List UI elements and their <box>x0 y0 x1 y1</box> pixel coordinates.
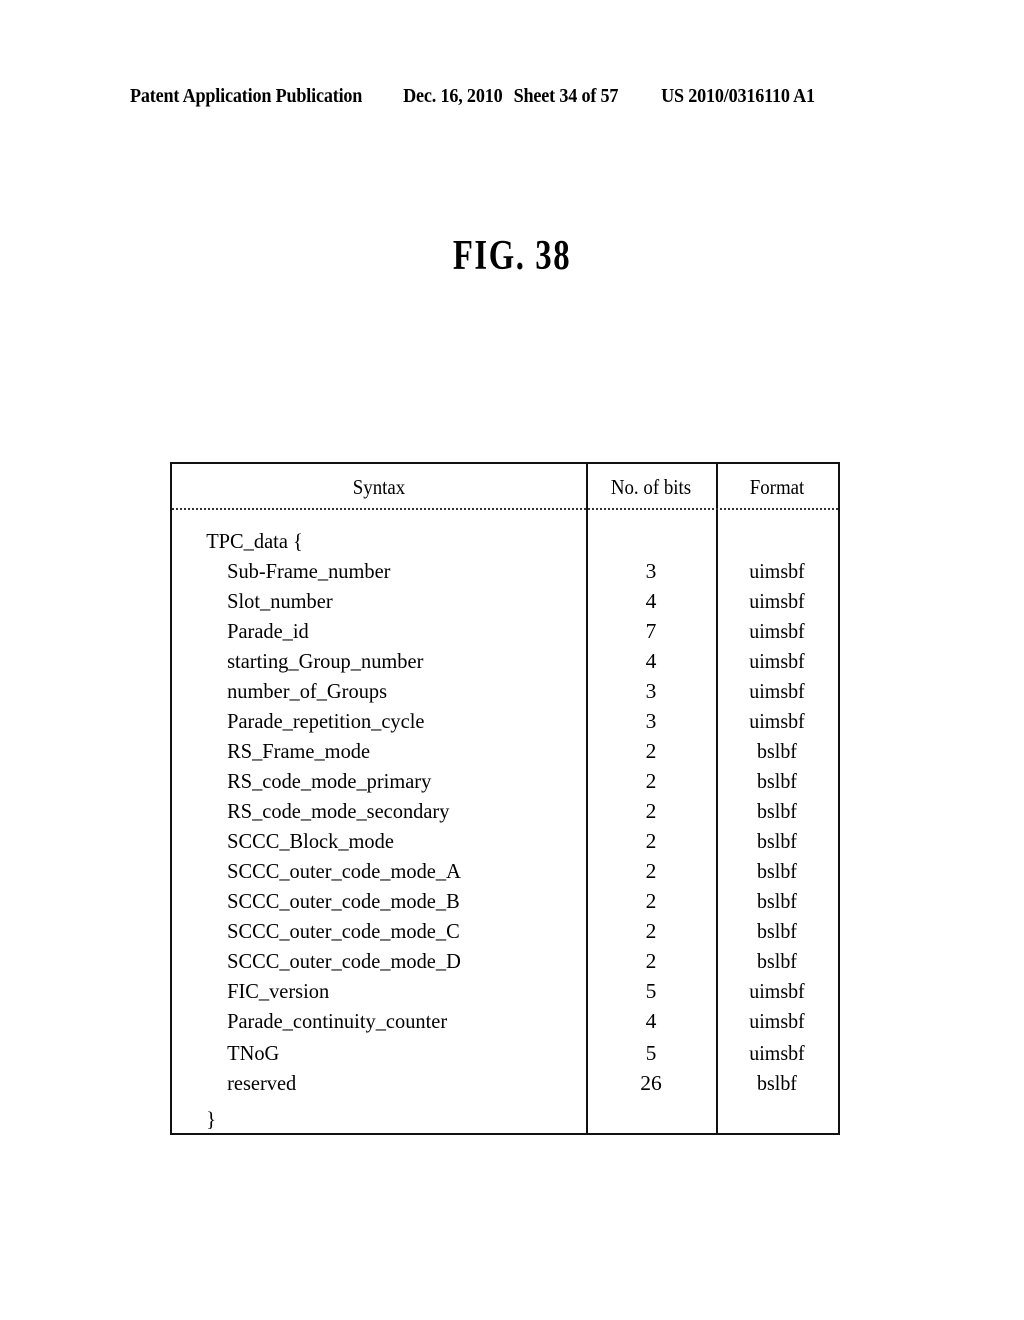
cell-bits: 7 <box>645 619 657 643</box>
cell-syntax: SCCC_Block_mode <box>227 829 394 853</box>
cell-format: bslbf <box>757 1071 797 1095</box>
cell-syntax: number_of_Groups <box>227 679 388 703</box>
cell-format: uimsbf <box>749 1041 805 1065</box>
cell-bits: 26 <box>640 1071 662 1095</box>
table-row: Slot_number 4 uimsbf <box>172 586 838 616</box>
cell-bits: 4 <box>645 589 657 613</box>
cell-syntax: reserved <box>227 1071 297 1095</box>
cell-format <box>719 526 835 556</box>
cell-bits <box>586 1104 716 1134</box>
cell-bits: 4 <box>645 649 657 673</box>
cell-format: bslbf <box>757 919 797 943</box>
table-row: starting_Group_number 4 uimsbf <box>172 646 838 676</box>
cell-syntax: TNoG <box>227 1041 280 1065</box>
cell-syntax: SCCC_outer_code_mode_B <box>227 889 460 913</box>
table-row: Sub-Frame_number 3 uimsbf <box>172 556 838 586</box>
cell-format <box>719 1104 835 1134</box>
cell-syntax: RS_code_mode_primary <box>227 769 432 793</box>
cell-format: bslbf <box>757 769 797 793</box>
publication-date: Dec. 16, 2010 <box>403 86 503 107</box>
table-row: RS_code_mode_primary 2 bslbf <box>172 766 838 796</box>
cell-syntax: starting_Group_number <box>227 649 424 673</box>
cell-bits: 2 <box>645 859 657 883</box>
cell-format: bslbf <box>757 829 797 853</box>
column-header-format: Format <box>749 475 805 499</box>
cell-bits: 2 <box>645 919 657 943</box>
cell-bits: 2 <box>645 799 657 823</box>
publication-label: Patent Application Publication <box>130 86 363 107</box>
table-row: RS_Frame_mode 2 bslbf <box>172 736 838 766</box>
patent-number: US 2010/0316110 A1 <box>661 86 815 107</box>
table-row: RS_code_mode_secondary 2 bslbf <box>172 796 838 826</box>
cell-bits: 2 <box>645 829 657 853</box>
table-row: SCCC_outer_code_mode_D 2 bslbf <box>172 946 838 976</box>
figure-title: FIG. 38 <box>452 233 572 279</box>
cell-bits: 3 <box>645 709 657 733</box>
cell-format: uimsbf <box>749 649 805 673</box>
cell-syntax: SCCC_outer_code_mode_C <box>227 919 460 943</box>
cell-format: uimsbf <box>749 979 805 1003</box>
cell-format: uimsbf <box>749 619 805 643</box>
table-row: TNoG 5 uimsbf <box>172 1038 838 1068</box>
cell-format: uimsbf <box>749 559 805 583</box>
cell-bits: 2 <box>645 769 657 793</box>
table-row: Parade_repetition_cycle 3 uimsbf <box>172 706 838 736</box>
table-row: SCCC_outer_code_mode_B 2 bslbf <box>172 886 838 916</box>
cell-bits: 2 <box>645 739 657 763</box>
sheet-number: Sheet 34 of 57 <box>513 86 619 107</box>
cell-syntax: RS_Frame_mode <box>227 739 371 763</box>
cell-bits: 5 <box>645 1041 657 1065</box>
table-row: Parade_id 7 uimsbf <box>172 616 838 646</box>
cell-syntax: Parade_repetition_cycle <box>227 709 425 733</box>
cell-syntax: SCCC_outer_code_mode_D <box>227 949 461 973</box>
cell-format: bslbf <box>757 949 797 973</box>
cell-bits: 2 <box>645 949 657 973</box>
table-row: } <box>172 1104 838 1134</box>
cell-syntax: FIC_version <box>227 979 330 1003</box>
cell-bits: 3 <box>645 679 657 703</box>
cell-syntax: Sub-Frame_number <box>227 559 391 583</box>
cell-syntax: Parade_id <box>227 619 309 643</box>
cell-format: bslbf <box>757 739 797 763</box>
patent-running-header: Patent Application Publication Dec. 16, … <box>130 86 837 112</box>
cell-bits: 3 <box>645 559 657 583</box>
column-header-bits: No. of bits <box>610 475 692 499</box>
table-row: SCCC_outer_code_mode_C 2 bslbf <box>172 916 838 946</box>
cell-format: bslbf <box>757 859 797 883</box>
table-row: FIC_version 5 uimsbf <box>172 976 838 1006</box>
table-row: number_of_Groups 3 uimsbf <box>172 676 838 706</box>
cell-bits: 2 <box>645 889 657 913</box>
cell-format: uimsbf <box>749 589 805 613</box>
cell-bits: 5 <box>645 979 657 1003</box>
cell-format: bslbf <box>757 889 797 913</box>
table-row: reserved 26 bslbf <box>172 1068 838 1098</box>
table-row: SCCC_outer_code_mode_A 2 bslbf <box>172 856 838 886</box>
table-row: TPC_data { <box>172 526 838 556</box>
cell-syntax: Parade_continuity_counter <box>227 1009 448 1033</box>
column-header-syntax: Syntax <box>352 475 406 499</box>
cell-syntax: SCCC_outer_code_mode_A <box>227 859 461 883</box>
cell-syntax: } <box>206 1107 217 1131</box>
cell-syntax: Slot_number <box>227 589 333 613</box>
cell-bits: 4 <box>645 1009 657 1033</box>
cell-format: bslbf <box>757 799 797 823</box>
cell-syntax: RS_code_mode_secondary <box>227 799 450 823</box>
table-row: SCCC_Block_mode 2 bslbf <box>172 826 838 856</box>
cell-bits <box>586 526 716 556</box>
table-row: Parade_continuity_counter 4 uimsbf <box>172 1006 838 1036</box>
cell-format: uimsbf <box>749 679 805 703</box>
syntax-table: Syntax No. of bits Format TPC_data { Sub-… <box>170 462 840 1135</box>
cell-format: uimsbf <box>749 1009 805 1033</box>
cell-syntax: TPC_data { <box>206 529 303 553</box>
table-body: TPC_data {Sub-Frame_number 3 uimsbf Slot_nu… <box>172 510 838 1133</box>
cell-format: uimsbf <box>749 709 805 733</box>
